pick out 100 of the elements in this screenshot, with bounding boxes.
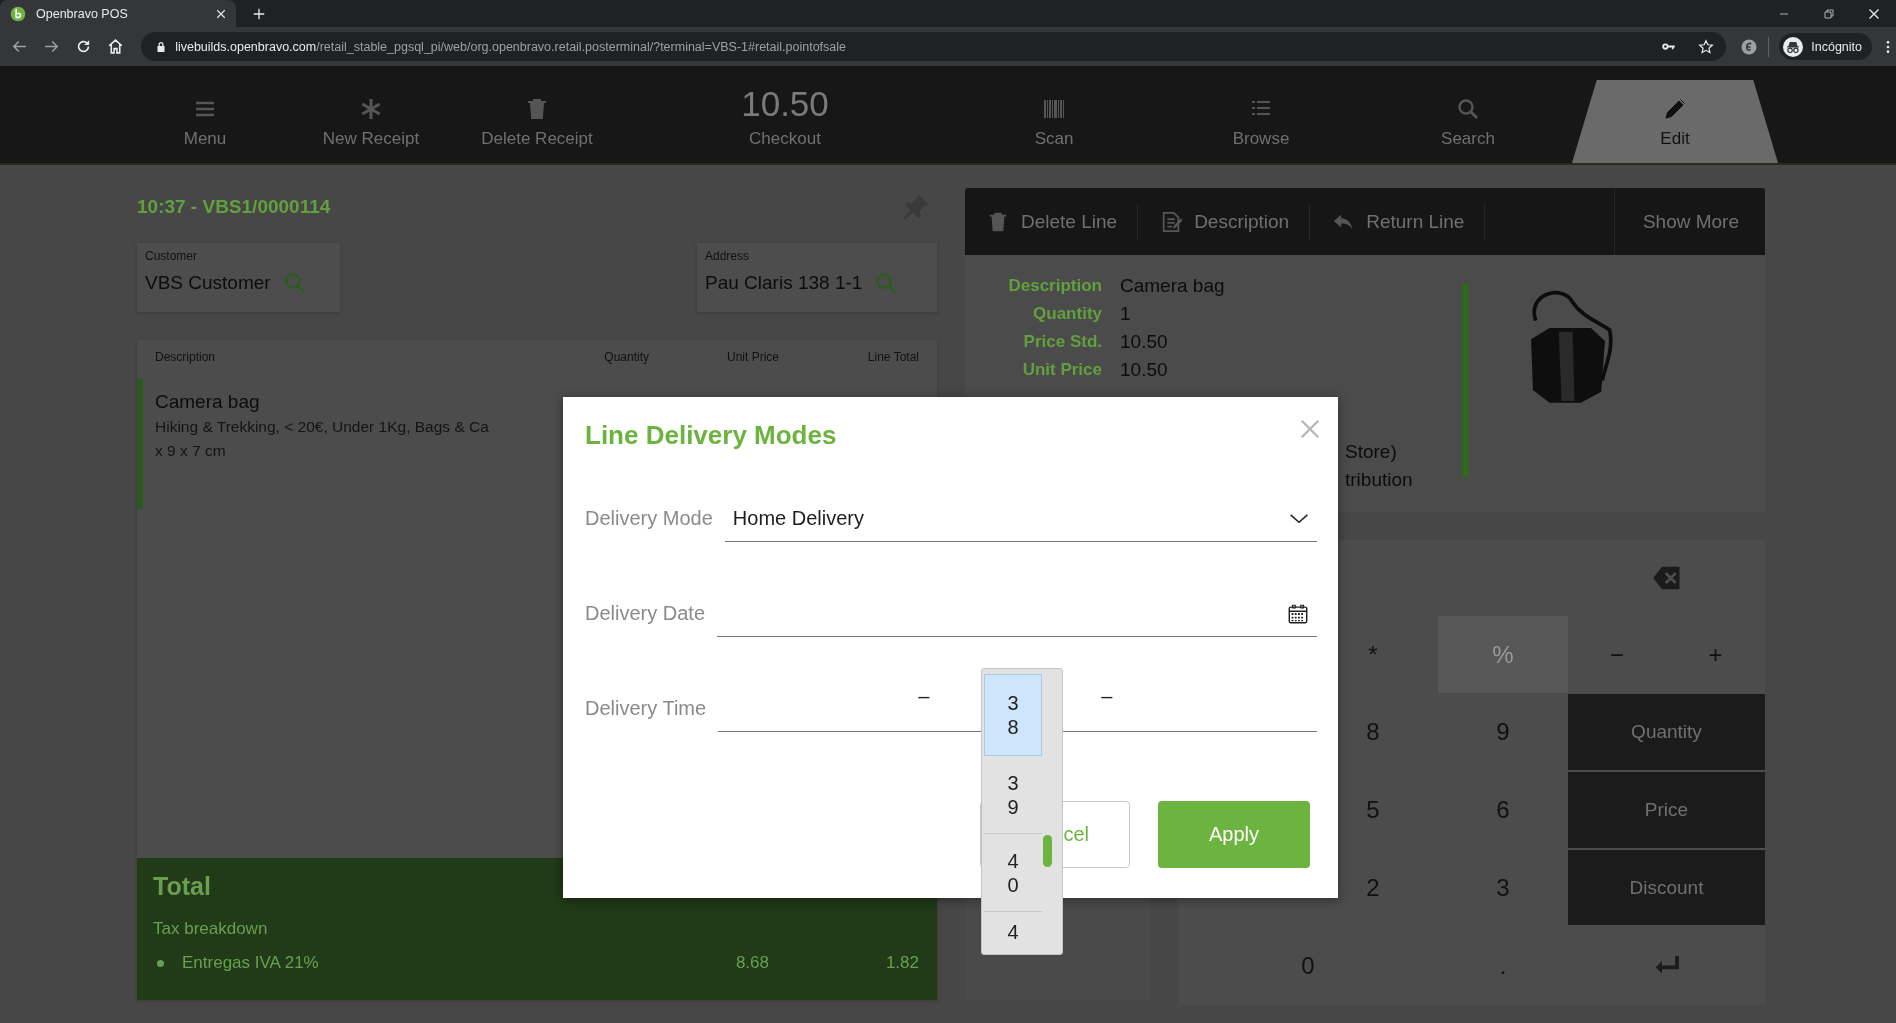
home-icon[interactable] <box>106 38 124 55</box>
detail-label: Description <box>1007 275 1102 297</box>
toolbar-label: Browse <box>1232 129 1290 149</box>
keypad-key[interactable]: 8 <box>1338 693 1408 771</box>
action-button[interactable]: Return Line <box>1310 203 1486 240</box>
new-button[interactable]: New Receipt <box>288 66 454 163</box>
edit-tab[interactable]: Edit <box>1572 80 1778 163</box>
keypad-key[interactable]: 5 <box>1338 771 1408 849</box>
keypad-key[interactable]: 6 <box>1468 771 1538 849</box>
function-key[interactable]: Price <box>1568 772 1765 848</box>
field-value: VBS Customer <box>145 272 271 294</box>
address-bar[interactable]: livebuilds.openbravo.com/retail_stable_pgsql_pi/web/org.openbravo.retail.posterminal/?terminal=VBS-1#retail.pointofsale <box>141 32 1727 61</box>
keypad-key[interactable]: . <box>1468 926 1538 1005</box>
detail-text: Store) <box>1345 440 1398 464</box>
field-label: Delivery Date <box>585 602 706 626</box>
detail-text: tribution <box>1345 468 1414 492</box>
address-field[interactable]: Address Pau Claris 138 1-1 <box>697 243 937 312</box>
keypad-key[interactable]: % <box>1438 616 1568 693</box>
tax-amount: 1.82 <box>884 953 919 973</box>
keypad-key[interactable]: + <box>1680 616 1751 693</box>
toolbar-label: Delete Receipt <box>481 129 593 149</box>
tax-breakdown-title: Tax breakdown <box>153 919 269 939</box>
field-label: Customer <box>145 249 198 263</box>
detail-value: Camera bag <box>1120 274 1226 298</box>
keypad-key[interactable]: * <box>1338 616 1408 693</box>
apply-button[interactable]: Apply <box>1158 801 1310 868</box>
trash-icon <box>987 210 1009 233</box>
dialog-title: Line Delivery Modes <box>585 418 837 452</box>
product-details: x 9 x 7 cm <box>155 441 226 461</box>
checkout-button[interactable]: 10.50 Checkout <box>620 66 950 163</box>
customer-field[interactable]: Customer VBS Customer <box>137 243 340 312</box>
profile-button[interactable]: Incógnito <box>1779 33 1872 60</box>
tab-title: Openbravo POS <box>36 6 129 21</box>
receipt-line[interactable]: Camera bag Hiking & Trekking, < 20€, Under 1Kg, Bags & Ca x 9 x 7 cm <box>137 379 557 509</box>
detail-label: Unit Price <box>1021 359 1102 381</box>
column-header: Unit Price <box>726 350 779 364</box>
detail-label: Quantity <box>1032 303 1102 325</box>
document-icon <box>1160 210 1183 233</box>
action-button[interactable]: Description <box>1138 203 1311 240</box>
lock-icon <box>155 40 168 53</box>
favicon-icon <box>10 5 26 22</box>
toolbar-label: Edit <box>1660 129 1690 149</box>
time-option[interactable]: 4 <box>984 912 1042 944</box>
toolbar-label: Menu <box>183 129 227 149</box>
function-key[interactable]: Quantity <box>1568 694 1765 770</box>
detail-value: 10.50 <box>1120 358 1169 382</box>
restore-icon[interactable] <box>1822 7 1835 20</box>
product-details: Hiking & Trekking, < 20€, Under 1Kg, Bags & Ca <box>155 417 489 437</box>
time-option[interactable]: 39 <box>984 756 1042 834</box>
menu-button[interactable]: Menu <box>122 66 288 163</box>
tab-close-icon[interactable] <box>216 8 226 19</box>
incognito-icon <box>1783 36 1804 57</box>
url-text: livebuilds.openbravo.com/retail_stable_pgsql_pi/web/org.openbravo.retail.posterminal/?terminal=VBS-1#retail.pointofsale <box>175 39 847 54</box>
detail-value: 1 <box>1120 302 1132 326</box>
delivery-mode-select[interactable]: Home Delivery <box>724 496 1317 542</box>
field-label: Delivery Time <box>585 697 707 721</box>
pencil-icon <box>1663 97 1687 121</box>
time-option[interactable]: 40 <box>984 834 1042 912</box>
asterisk-icon <box>359 97 383 121</box>
column-header: Description <box>155 350 217 364</box>
total-title: Total <box>153 872 212 901</box>
tax-name: Entregas IVA 21% <box>181 953 320 973</box>
field-label: Delivery Mode <box>585 507 713 531</box>
keypad-key[interactable]: 9 <box>1468 693 1538 771</box>
time-separator: – <box>918 686 930 706</box>
scrollbar-thumb[interactable] <box>1043 835 1052 867</box>
time-option[interactable]: 38 <box>984 674 1042 756</box>
detail-value: 10.50 <box>1120 330 1169 354</box>
field-value: Pau Claris 138 1-1 <box>705 272 863 294</box>
trash-icon <box>525 97 549 121</box>
browse-button[interactable]: Browse <box>1158 66 1364 163</box>
time-separator: – <box>1101 686 1113 706</box>
field-label: Address <box>705 249 751 263</box>
receipt-title: 10:37 - VBS1/0000114 <box>137 195 331 218</box>
product-name: Camera bag <box>155 391 261 413</box>
detail-label: Price Std. <box>1022 331 1102 353</box>
back-icon[interactable] <box>11 38 29 55</box>
column-header: Line Total <box>866 350 919 364</box>
keypad-key[interactable]: − <box>1582 616 1652 693</box>
scan-button[interactable]: Scan <box>950 66 1158 163</box>
keypad-key[interactable]: 2 <box>1338 849 1408 926</box>
search-icon <box>1456 97 1480 121</box>
toolbar-label: New Receipt <box>322 129 420 149</box>
bullet-icon <box>157 959 164 967</box>
checkout-amount: 10.50 <box>741 86 829 121</box>
toolbar-label: Checkout <box>749 129 821 149</box>
new-tab-icon[interactable] <box>252 6 266 21</box>
keypad-key[interactable]: 3 <box>1468 849 1538 926</box>
calendar-icon[interactable] <box>1287 602 1309 625</box>
star-icon[interactable] <box>1698 38 1715 55</box>
browser-tab[interactable]: Openbravo POS <box>0 0 236 27</box>
action-button[interactable]: Delete Line <box>965 203 1139 240</box>
extension-icon[interactable] <box>1740 37 1759 56</box>
tax-base: 8.68 <box>734 953 769 973</box>
toolbar-label: Search <box>1441 129 1495 149</box>
function-key[interactable]: Discount <box>1568 850 1765 925</box>
toolbar-label: Scan <box>1034 129 1074 149</box>
forward-icon[interactable] <box>43 38 61 55</box>
delete-button[interactable]: Delete Receipt <box>454 66 620 163</box>
search-button[interactable]: Search <box>1364 66 1572 163</box>
